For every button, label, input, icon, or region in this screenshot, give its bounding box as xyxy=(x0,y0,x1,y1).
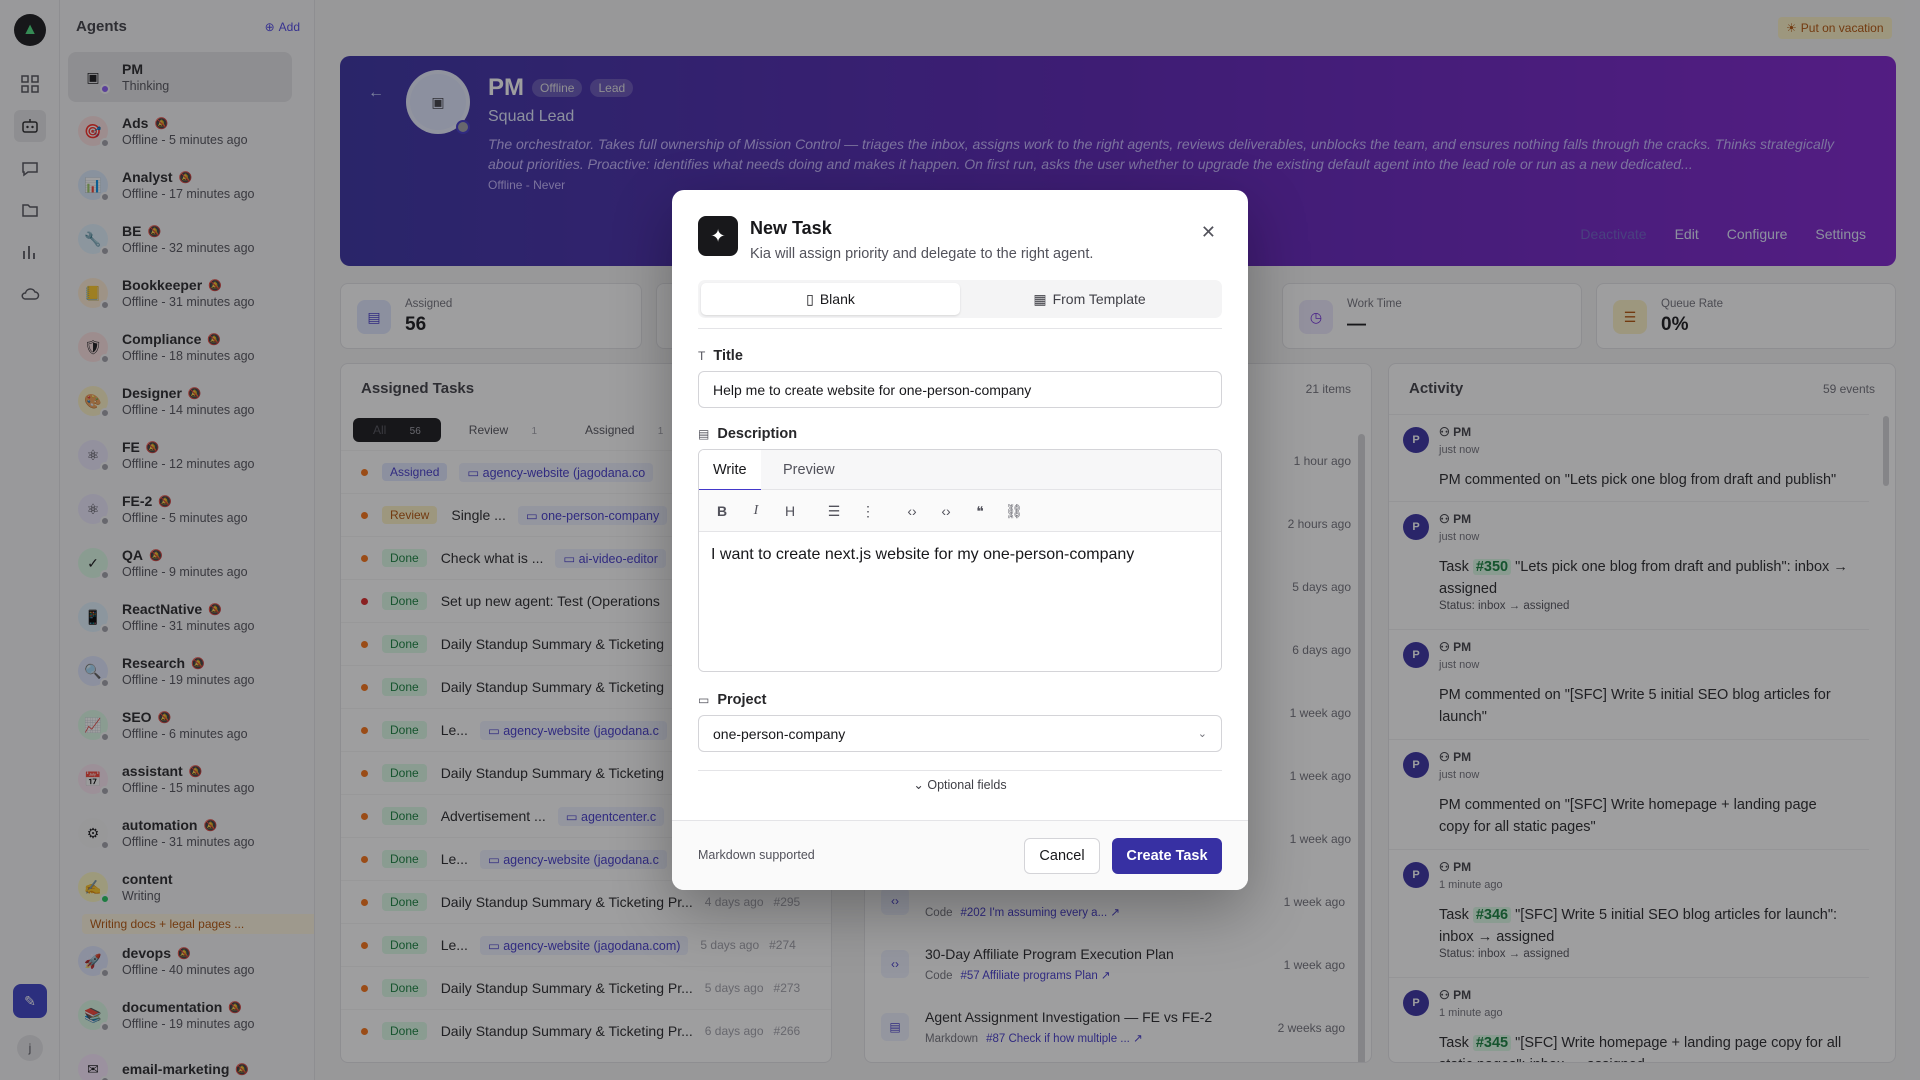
code-icon[interactable]: ‹› xyxy=(901,500,923,522)
optional-fields-label: Optional fields xyxy=(927,778,1007,792)
divider xyxy=(698,770,1222,771)
task-mode-tabs: ▯ Blank ▦ From Template xyxy=(698,280,1222,318)
tab-blank[interactable]: ▯ Blank xyxy=(701,283,960,315)
bold-icon[interactable]: B xyxy=(711,500,733,522)
quote-icon[interactable]: ❝ xyxy=(969,500,991,522)
chevron-down-icon: ⌄ xyxy=(1197,728,1207,740)
heading-icon[interactable]: H xyxy=(779,500,801,522)
project-select[interactable]: one-person-company ⌄ xyxy=(698,715,1222,752)
tab-template-label: From Template xyxy=(1052,291,1146,307)
description-textarea[interactable]: I want to create next.js website for my … xyxy=(699,532,1221,671)
cancel-button[interactable]: Cancel xyxy=(1024,838,1100,874)
divider xyxy=(698,328,1222,329)
project-value: one-person-company xyxy=(713,725,846,742)
editor-tabs: Write Preview xyxy=(699,450,1221,491)
description-label-row: ▤ Description xyxy=(698,426,797,442)
code-block-icon[interactable]: ‹› xyxy=(935,500,957,522)
title-label: Title xyxy=(713,348,743,364)
new-task-modal: ✦ New Task Kia will assign priority and … xyxy=(672,190,1248,890)
optional-fields-toggle[interactable]: ⌄ Optional fields xyxy=(698,777,1222,792)
modal-title: New Task xyxy=(750,218,832,238)
description-label: Description xyxy=(717,426,798,442)
project-label: Project xyxy=(717,692,767,708)
template-icon: ▦ xyxy=(1033,290,1047,307)
link-icon[interactable]: ⛓ xyxy=(1003,500,1025,522)
create-task-button[interactable]: Create Task xyxy=(1112,838,1222,874)
tab-blank-label: Blank xyxy=(819,291,855,307)
tab-write[interactable]: Write xyxy=(699,450,761,491)
italic-icon[interactable]: I xyxy=(745,500,767,522)
document-icon: ▤ xyxy=(698,427,710,441)
numbered-list-icon[interactable]: ⋮ xyxy=(857,500,879,522)
tab-preview[interactable]: Preview xyxy=(769,450,849,490)
title-input[interactable] xyxy=(698,371,1222,408)
markdown-editor: Write Preview B I H ☰ ⋮ ‹› ‹› ❝ ⛓ I want… xyxy=(698,449,1222,672)
modal-subtitle: Kia will assign priority and delegate to… xyxy=(750,246,1094,262)
bullet-list-icon[interactable]: ☰ xyxy=(823,500,845,522)
text-icon: T xyxy=(698,349,706,363)
sparkles-icon: ✦ xyxy=(698,216,738,256)
modal-footer: Markdown supported Cancel Create Task xyxy=(672,820,1248,890)
project-label-row: ▭ Project xyxy=(698,692,767,708)
tab-from-template[interactable]: ▦ From Template xyxy=(960,283,1219,315)
folder-icon: ▭ xyxy=(698,693,710,707)
markdown-note: Markdown supported xyxy=(698,848,815,862)
close-icon[interactable]: ✕ xyxy=(1201,222,1216,243)
file-icon: ▯ xyxy=(806,290,814,307)
title-label-row: T Title xyxy=(698,348,743,364)
editor-toolbar: B I H ☰ ⋮ ‹› ‹› ❝ ⛓ xyxy=(699,490,1221,532)
